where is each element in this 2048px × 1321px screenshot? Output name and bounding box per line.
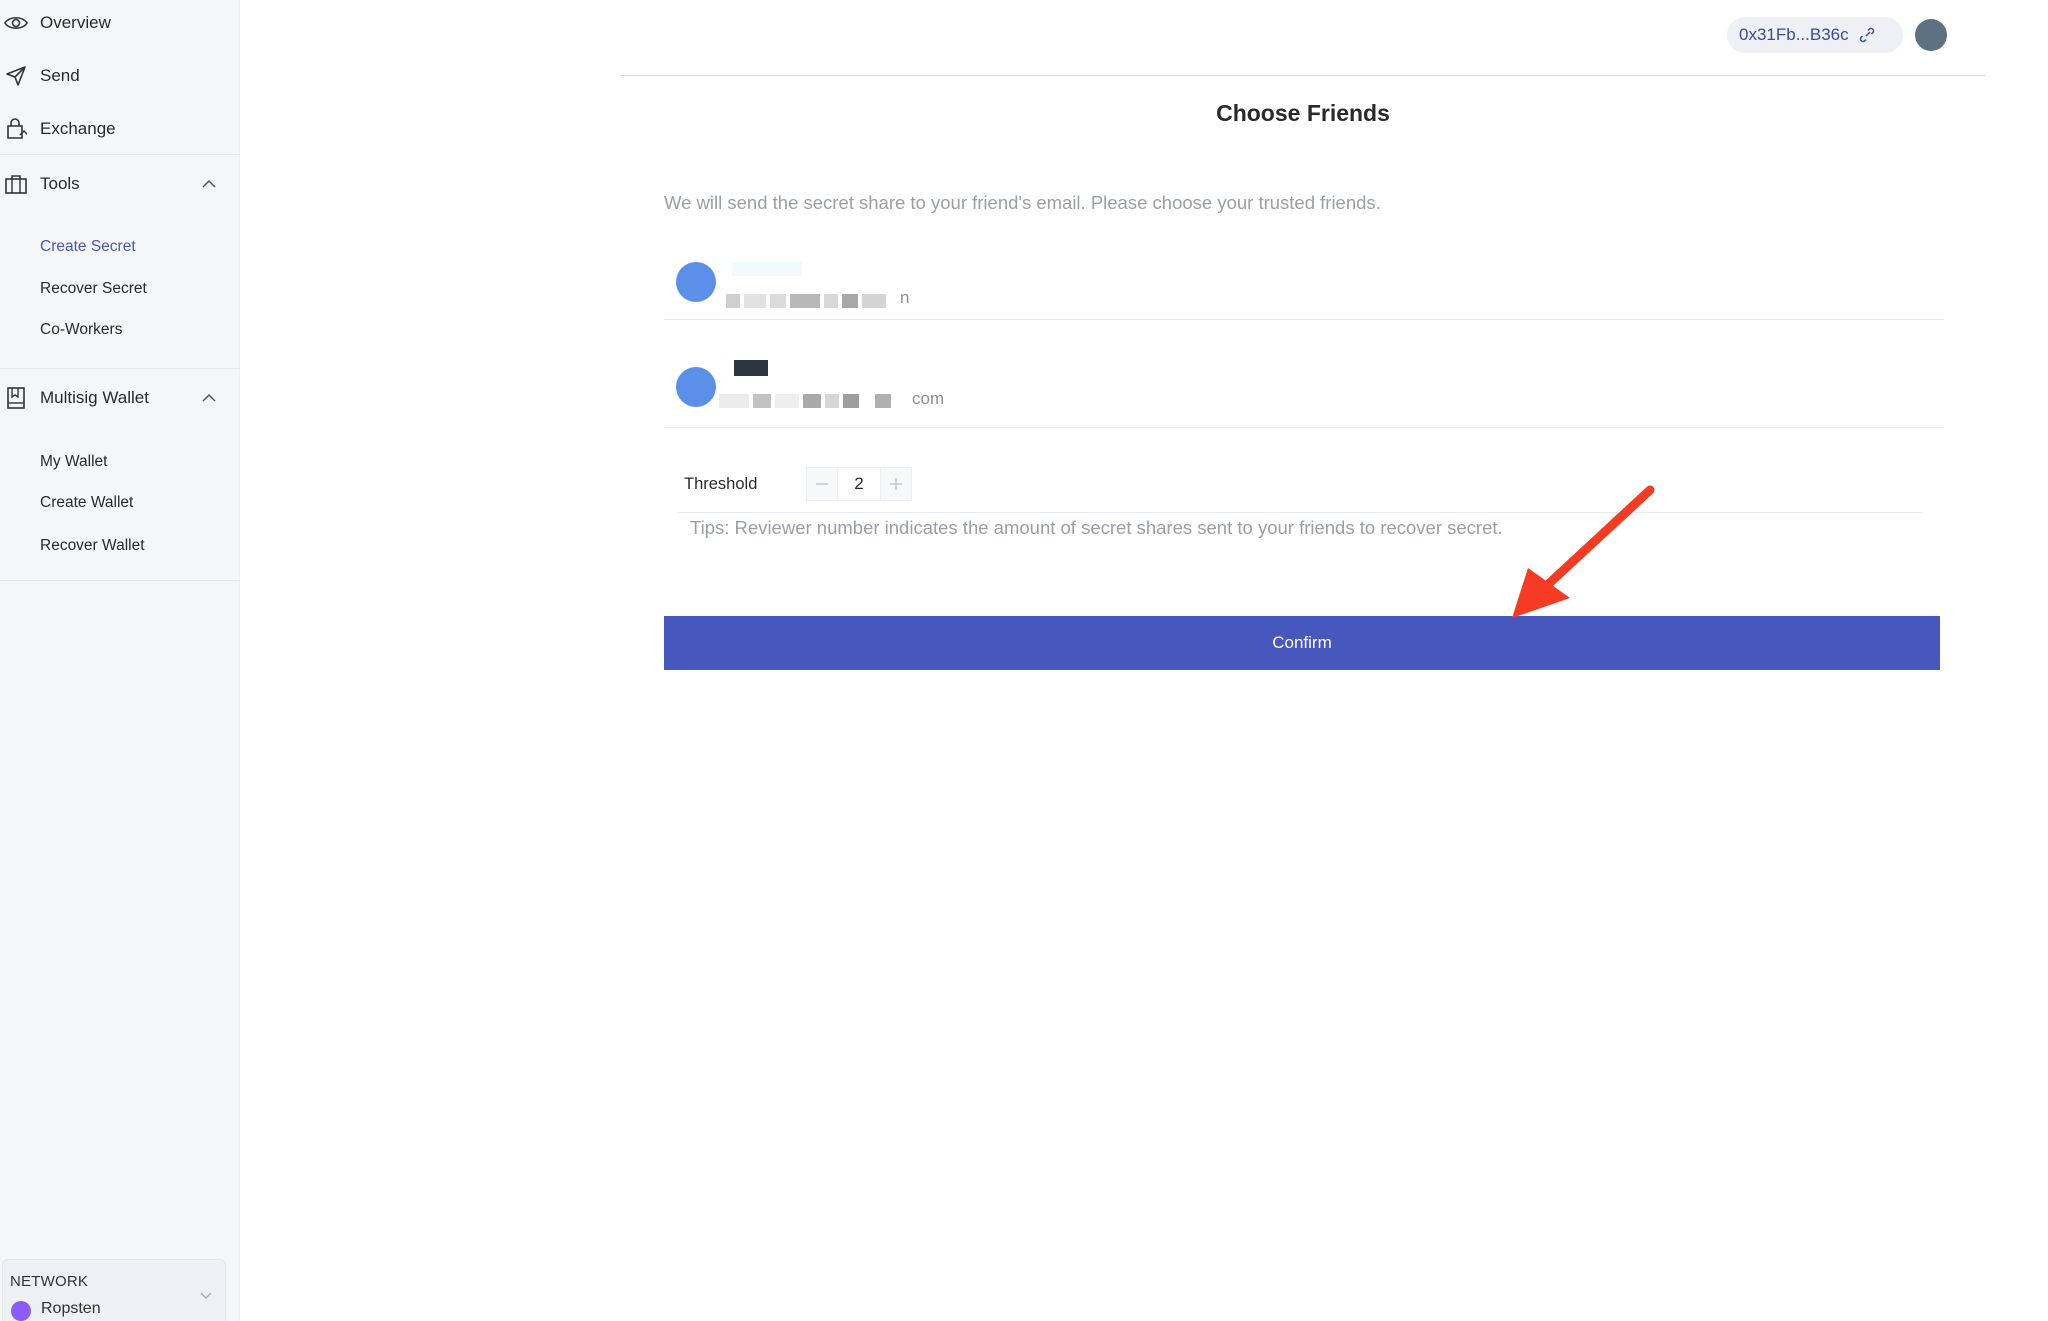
sidebar-divider [0, 154, 240, 155]
threshold-label: Threshold [684, 475, 758, 493]
friend-name-redacted [734, 360, 772, 376]
sidebar-item-label: Overview [40, 13, 111, 32]
threshold-tips: Tips: Reviewer number indicates the amou… [690, 517, 1503, 538]
plus-icon [890, 478, 902, 490]
user-avatar[interactable] [1915, 19, 1947, 51]
friend-email-redacted [719, 394, 895, 408]
page-title: Choose Friends [1216, 100, 1390, 126]
sidebar-divider [0, 580, 240, 581]
exchange-icon [4, 117, 28, 141]
friend-email-tail: com [912, 389, 945, 408]
chevron-up-icon[interactable] [200, 175, 218, 193]
sidebar-subitem-recover-secret[interactable]: Recover Secret [40, 280, 147, 298]
tools-icon [4, 172, 28, 196]
chevron-down-icon [200, 1292, 212, 1299]
friend-avatar [676, 367, 716, 407]
sidebar-subitem-co-workers[interactable]: Co-Workers [40, 321, 122, 339]
sidebar-divider [0, 368, 240, 369]
sidebar-item-label: Send [40, 66, 80, 85]
sidebar-item-overview[interactable]: Overview [0, 3, 240, 43]
sidebar-item-label: Tools [40, 174, 80, 193]
minus-icon [816, 483, 828, 485]
threshold-value[interactable]: 2 [838, 467, 880, 501]
sidebar-subitem-create-secret[interactable]: Create Secret [40, 238, 136, 256]
friend-list-item[interactable]: com [664, 322, 1944, 428]
friend-name-redacted [732, 262, 806, 276]
eye-icon [4, 11, 28, 35]
sidebar-subitem-recover-wallet[interactable]: Recover Wallet [40, 537, 145, 555]
chevron-up-icon[interactable] [200, 389, 218, 407]
network-label: NETWORK [10, 1273, 89, 1290]
sidebar-item-tools[interactable]: Tools [0, 164, 240, 204]
friend-avatar [676, 262, 716, 302]
link-icon [1859, 27, 1874, 43]
sidebar-item-send[interactable]: Send [0, 56, 240, 96]
network-selector[interactable]: NETWORK Ropsten [2, 1259, 226, 1321]
account-address-button[interactable]: 0x31Fb...B36c [1727, 17, 1903, 53]
sidebar-subitem-create-wallet[interactable]: Create Wallet [40, 494, 133, 512]
sidebar-item-label: Multisig Wallet [40, 388, 149, 407]
increment-button[interactable] [880, 467, 912, 501]
threshold-divider [678, 512, 1922, 513]
network-value: Ropsten [41, 1300, 101, 1317]
sidebar-item-multisig-wallet[interactable]: Multisig Wallet [0, 378, 240, 418]
confirm-button[interactable]: Confirm [664, 616, 1940, 670]
sidebar-item-label: Exchange [40, 119, 116, 138]
wallet-icon [4, 386, 28, 410]
decrement-button[interactable] [806, 467, 838, 501]
account-address: 0x31Fb...B36c [1739, 25, 1849, 44]
threshold-stepper: 2 [806, 467, 912, 501]
page-description: We will send the secret share to your fr… [664, 192, 1381, 213]
friend-email-redacted [726, 294, 890, 308]
sidebar-subitem-my-wallet[interactable]: My Wallet [40, 453, 107, 471]
sidebar: Overview Send Exchange Tools Create Secr… [0, 0, 240, 1321]
sidebar-item-exchange[interactable]: Exchange [0, 109, 240, 149]
header-divider [620, 75, 1986, 76]
network-status-dot [11, 1301, 31, 1321]
send-icon [4, 64, 28, 88]
friend-email-tail: n [900, 288, 910, 307]
friend-list-item[interactable]: n [664, 214, 1944, 320]
